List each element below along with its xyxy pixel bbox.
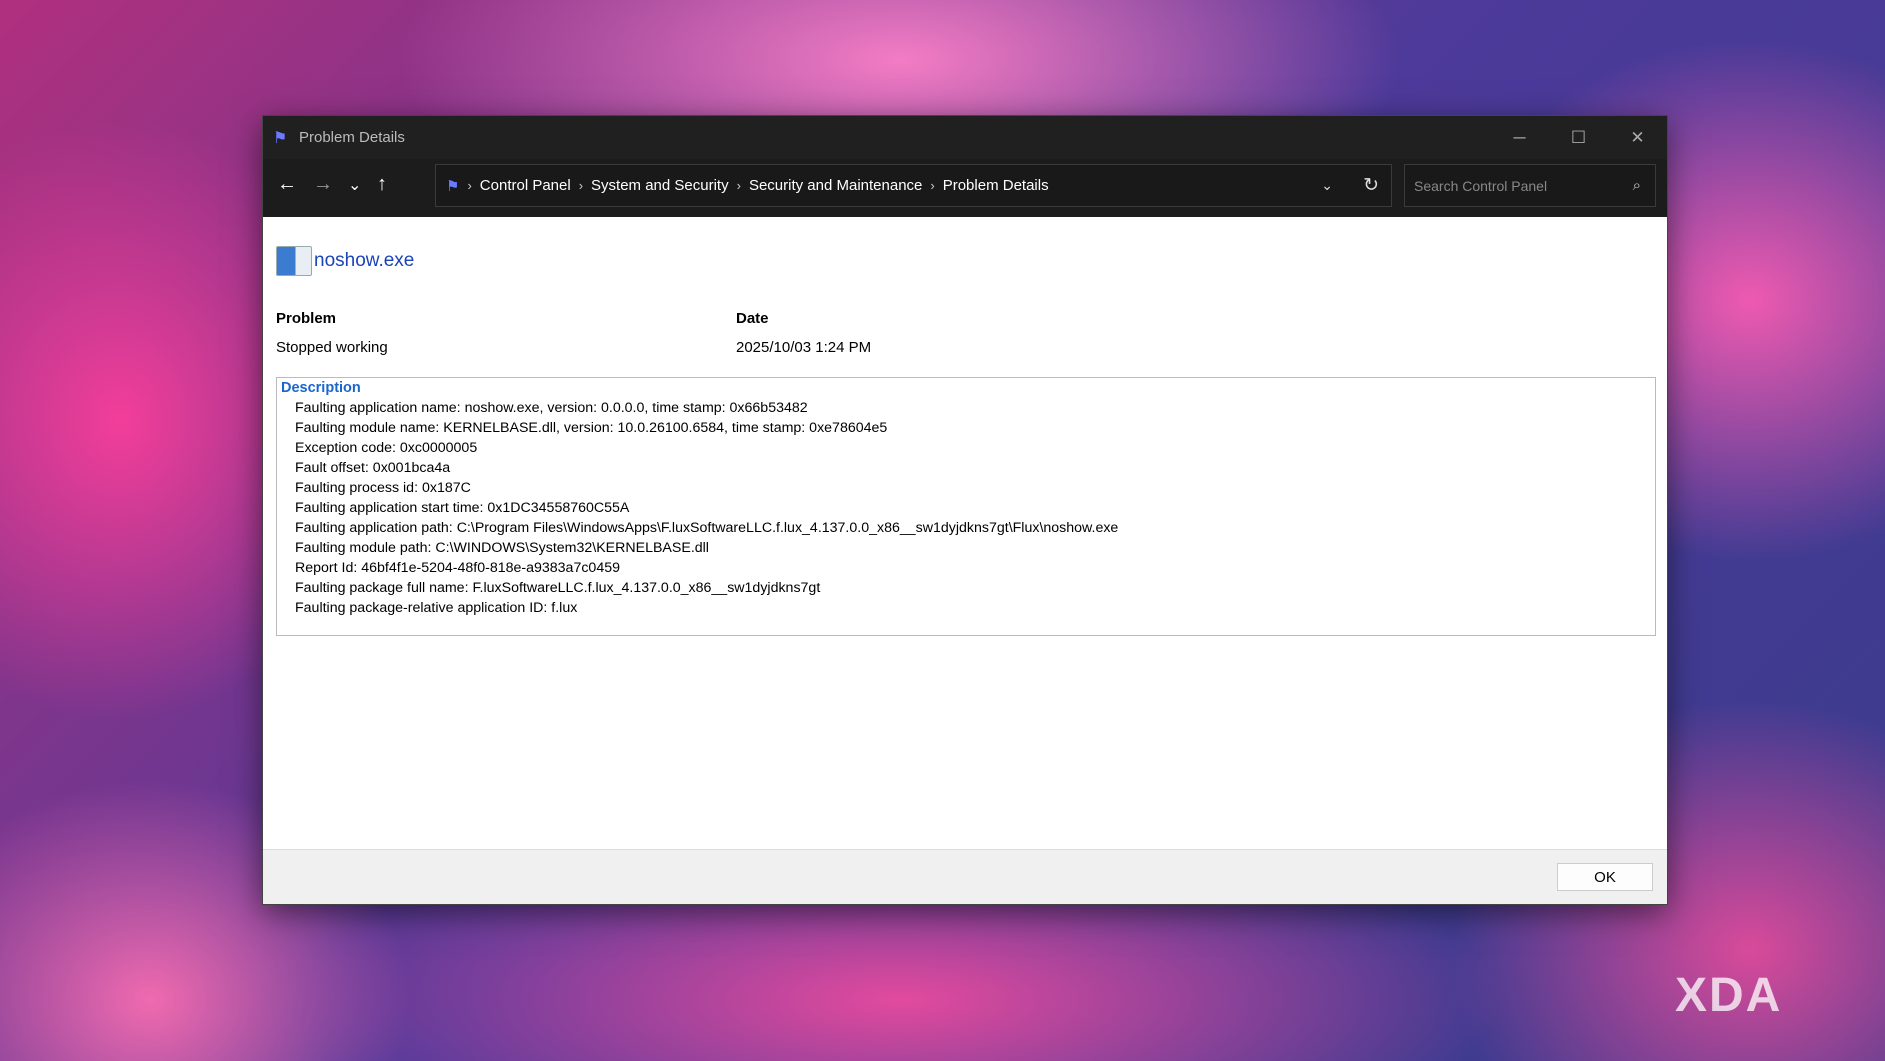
search-input[interactable]: Search Control Panel ⌕: [1404, 164, 1656, 207]
title-bar: ⚑ Problem Details ─ ☐ ✕: [263, 116, 1667, 159]
toolbar: ← → ⌄ ↑ ⚑ › Control Panel › System and S…: [263, 159, 1667, 217]
application-name: noshow.exe: [314, 250, 415, 271]
breadcrumb-separator: ›: [930, 178, 935, 193]
recent-locations-button[interactable]: ⌄: [348, 175, 361, 195]
description-line: Faulting package full name: F.luxSoftwar…: [295, 580, 821, 596]
refresh-icon[interactable]: ↻: [1363, 174, 1379, 197]
date-value: 2025/10/03 1:24 PM: [736, 339, 872, 356]
maximize-button[interactable]: ☐: [1549, 128, 1608, 148]
breadcrumb-security-maintenance[interactable]: Security and Maintenance: [749, 177, 922, 194]
up-button[interactable]: ↑: [377, 173, 387, 196]
search-placeholder: Search Control Panel: [1414, 177, 1548, 194]
description-line: Faulting application start time: 0x1DC34…: [295, 500, 630, 516]
description-line: Fault offset: 0x001bca4a: [295, 460, 451, 476]
breadcrumb-control-panel[interactable]: Control Panel: [480, 177, 571, 194]
description-line: Faulting process id: 0x187C: [295, 480, 471, 496]
minimize-button[interactable]: ─: [1490, 128, 1549, 148]
window-title: Problem Details: [299, 129, 405, 146]
breadcrumb-problem-details[interactable]: Problem Details: [943, 177, 1049, 194]
description-line: Exception code: 0xc0000005: [295, 440, 478, 456]
breadcrumb-separator: ›: [736, 178, 741, 193]
description-heading: Description: [281, 380, 361, 396]
ok-button[interactable]: OK: [1557, 863, 1653, 891]
application-icon: [276, 246, 312, 276]
description-line: Faulting module path: C:\WINDOWS\System3…: [295, 540, 709, 556]
search-icon[interactable]: ⌕: [1633, 177, 1641, 194]
address-bar[interactable]: ⚑ › Control Panel › System and Security …: [435, 164, 1392, 207]
breadcrumb-separator: ›: [467, 178, 472, 193]
description-line: Report Id: 46bf4f1e-5204-48f0-818e-a9383…: [295, 560, 620, 576]
description-line: Faulting application path: C:\Program Fi…: [295, 520, 1119, 536]
description-line: Faulting package-relative application ID…: [295, 600, 578, 616]
address-dropdown-icon[interactable]: ⌄: [1321, 177, 1333, 194]
description-line: Faulting application name: noshow.exe, v…: [295, 400, 808, 416]
problem-value: Stopped working: [276, 339, 388, 356]
footer: OK: [263, 849, 1667, 904]
problem-details-window: ⚑ Problem Details ─ ☐ ✕ ← → ⌄ ↑ ⚑ › Cont…: [262, 115, 1668, 905]
breadcrumb-system-security[interactable]: System and Security: [591, 177, 729, 194]
forward-button[interactable]: →: [313, 173, 333, 196]
description-line: Faulting module name: KERNELBASE.dll, ve…: [295, 420, 888, 436]
back-button[interactable]: ←: [277, 173, 297, 196]
xda-watermark: XDA: [1675, 969, 1783, 1022]
description-box: Description Faulting application name: n…: [276, 377, 1656, 636]
close-button[interactable]: ✕: [1608, 128, 1667, 148]
breadcrumb-separator: ›: [578, 178, 584, 193]
flag-icon: ⚑: [273, 129, 288, 147]
control-panel-flag-icon: ⚑: [446, 177, 460, 195]
problem-label: Problem: [276, 310, 337, 327]
date-label: Date: [736, 310, 769, 327]
